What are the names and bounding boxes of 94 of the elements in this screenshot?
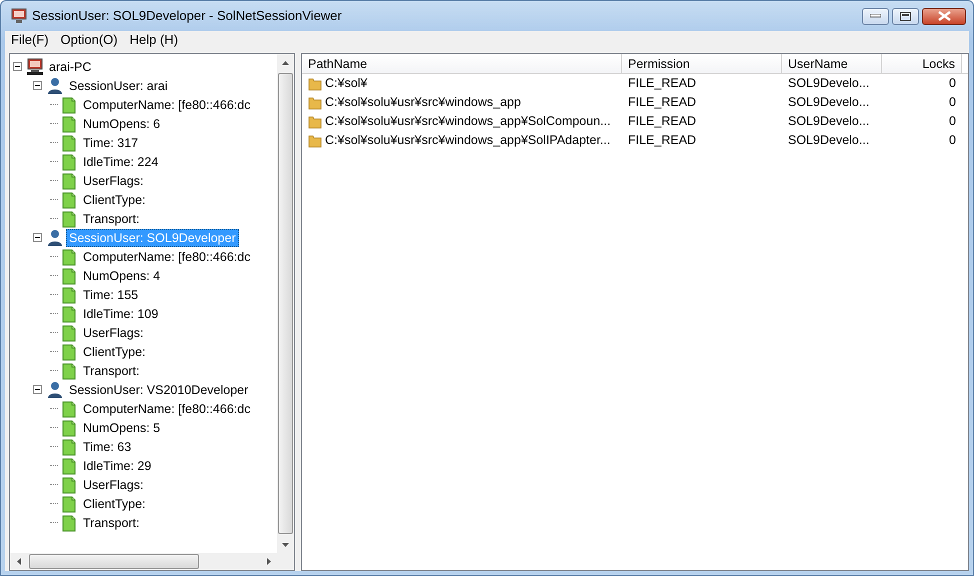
collapse-icon[interactable]: [33, 233, 42, 242]
close-button[interactable]: [922, 8, 966, 24]
table-cell-text: 0: [948, 94, 957, 112]
tree-item[interactable]: Time: 63: [80, 438, 134, 456]
user-icon: [46, 76, 64, 94]
document-icon: [60, 304, 78, 322]
column-header[interactable]: Permission: [622, 54, 782, 73]
tree-item[interactable]: IdleTime: 29: [80, 456, 154, 474]
column-header[interactable]: Locks: [882, 54, 962, 73]
tree-item[interactable]: SessionUser: arai: [66, 76, 171, 94]
document-icon: [60, 476, 78, 494]
document-icon: [60, 400, 78, 418]
window-title: SessionUser: SOL9Developer - SolNetSessionViewer: [32, 7, 342, 26]
scroll-down-icon[interactable]: [282, 542, 289, 546]
user-icon: [46, 380, 64, 398]
table-cell-text: C:¥sol¥solu¥usr¥src¥windows_app¥SolIPAdapter...: [325, 132, 610, 150]
tree-item[interactable]: ClientType:: [80, 494, 149, 512]
document-icon: [60, 172, 78, 190]
collapse-icon[interactable]: [33, 81, 42, 90]
tree-item[interactable]: arai-PC: [46, 58, 94, 76]
table-cell-text: FILE_READ: [627, 94, 698, 112]
menu-item[interactable]: Help (H): [124, 31, 184, 49]
tree-item[interactable]: NumOpens: 5: [80, 418, 164, 436]
maximize-icon: [900, 12, 911, 20]
table-cell-text: C:¥sol¥: [325, 75, 368, 92]
document-icon: [60, 438, 78, 456]
horizontal-scrollbar[interactable]: [10, 553, 277, 570]
folder-icon: [308, 96, 322, 110]
document-icon: [60, 418, 78, 436]
table-cell-text: FILE_READ: [627, 113, 698, 130]
document-icon: [60, 152, 78, 170]
column-header[interactable]: UserName: [782, 54, 882, 73]
table-cell-text: 0: [948, 132, 957, 150]
table-cell-text: SOL9Develo...: [787, 132, 870, 150]
tree-item[interactable]: Time: 155: [80, 286, 142, 304]
document-icon: [60, 248, 78, 266]
minimize-button[interactable]: [862, 8, 889, 24]
collapse-icon[interactable]: [33, 385, 42, 394]
table-cell-text: SOL9Develo...: [787, 113, 870, 130]
document-icon: [60, 362, 78, 380]
tree-item[interactable]: ClientType:: [80, 342, 149, 360]
document-icon: [60, 456, 78, 474]
tree-item[interactable]: IdleTime: 109: [80, 304, 162, 322]
scroll-left-icon[interactable]: [16, 558, 20, 565]
table-cell-text: FILE_READ: [627, 75, 698, 92]
document-icon: [60, 514, 78, 532]
table-cell-text: 0: [948, 75, 957, 92]
tree-item[interactable]: NumOpens: 4: [80, 266, 164, 284]
scroll-right-icon[interactable]: [266, 558, 270, 565]
tree-item[interactable]: IdleTime: 224: [80, 152, 162, 170]
user-icon: [46, 228, 64, 246]
menu-item[interactable]: Option(O): [54, 31, 124, 49]
document-icon: [60, 134, 78, 152]
tree-item[interactable]: NumOpens: 6: [80, 114, 164, 132]
tree-item[interactable]: UserFlags:: [80, 324, 146, 342]
table-cell-text: 0: [948, 113, 957, 130]
document-icon: [60, 494, 78, 512]
app-icon: [11, 8, 27, 24]
document-icon: [60, 114, 78, 132]
folder-icon: [308, 114, 322, 128]
column-header[interactable]: PathName: [302, 54, 622, 73]
document-icon: [60, 96, 78, 114]
menu-item[interactable]: File(F): [5, 31, 55, 49]
folder-icon: [308, 134, 322, 148]
document-icon: [60, 324, 78, 342]
tree-item[interactable]: ComputerName: [fe80::466:dc: [80, 248, 254, 266]
close-icon: [938, 11, 950, 21]
document-icon: [60, 210, 78, 228]
tree-item[interactable]: ClientType:: [80, 190, 149, 208]
folder-icon: [308, 76, 322, 90]
maximize-button[interactable]: [892, 8, 919, 24]
table-cell-text: SOL9Develo...: [787, 94, 870, 112]
document-icon: [60, 190, 78, 208]
tree-item[interactable]: UserFlags:: [80, 476, 146, 494]
document-icon: [60, 342, 78, 360]
minimize-icon: [870, 14, 881, 18]
computer-icon: [26, 58, 44, 76]
tree-item[interactable]: Time: 317: [80, 134, 142, 152]
table-cell-text: C:¥sol¥solu¥usr¥src¥windows_app¥SolCompoun...: [325, 113, 611, 130]
document-icon: [60, 286, 78, 304]
tree-item[interactable]: Transport:: [80, 514, 143, 532]
tree-item[interactable]: SessionUser: VS2010Developer: [66, 380, 252, 398]
table-cell-text: C:¥sol¥solu¥usr¥src¥windows_app: [325, 94, 521, 112]
document-icon: [60, 266, 78, 284]
tree-item[interactable]: Transport:: [80, 210, 143, 228]
table-cell-text: FILE_READ: [627, 132, 698, 150]
tree-item[interactable]: UserFlags:: [80, 172, 146, 190]
tree-item[interactable]: ComputerName: [fe80::466:dc: [80, 400, 254, 418]
collapse-icon[interactable]: [13, 62, 22, 71]
table-cell-text: SOL9Develo...: [787, 75, 870, 92]
scroll-up-icon[interactable]: [282, 60, 289, 64]
tree-item[interactable]: ComputerName: [fe80::466:dc: [80, 96, 254, 114]
vertical-scrollbar[interactable]: [277, 54, 294, 553]
tree-item[interactable]: Transport:: [80, 362, 143, 380]
